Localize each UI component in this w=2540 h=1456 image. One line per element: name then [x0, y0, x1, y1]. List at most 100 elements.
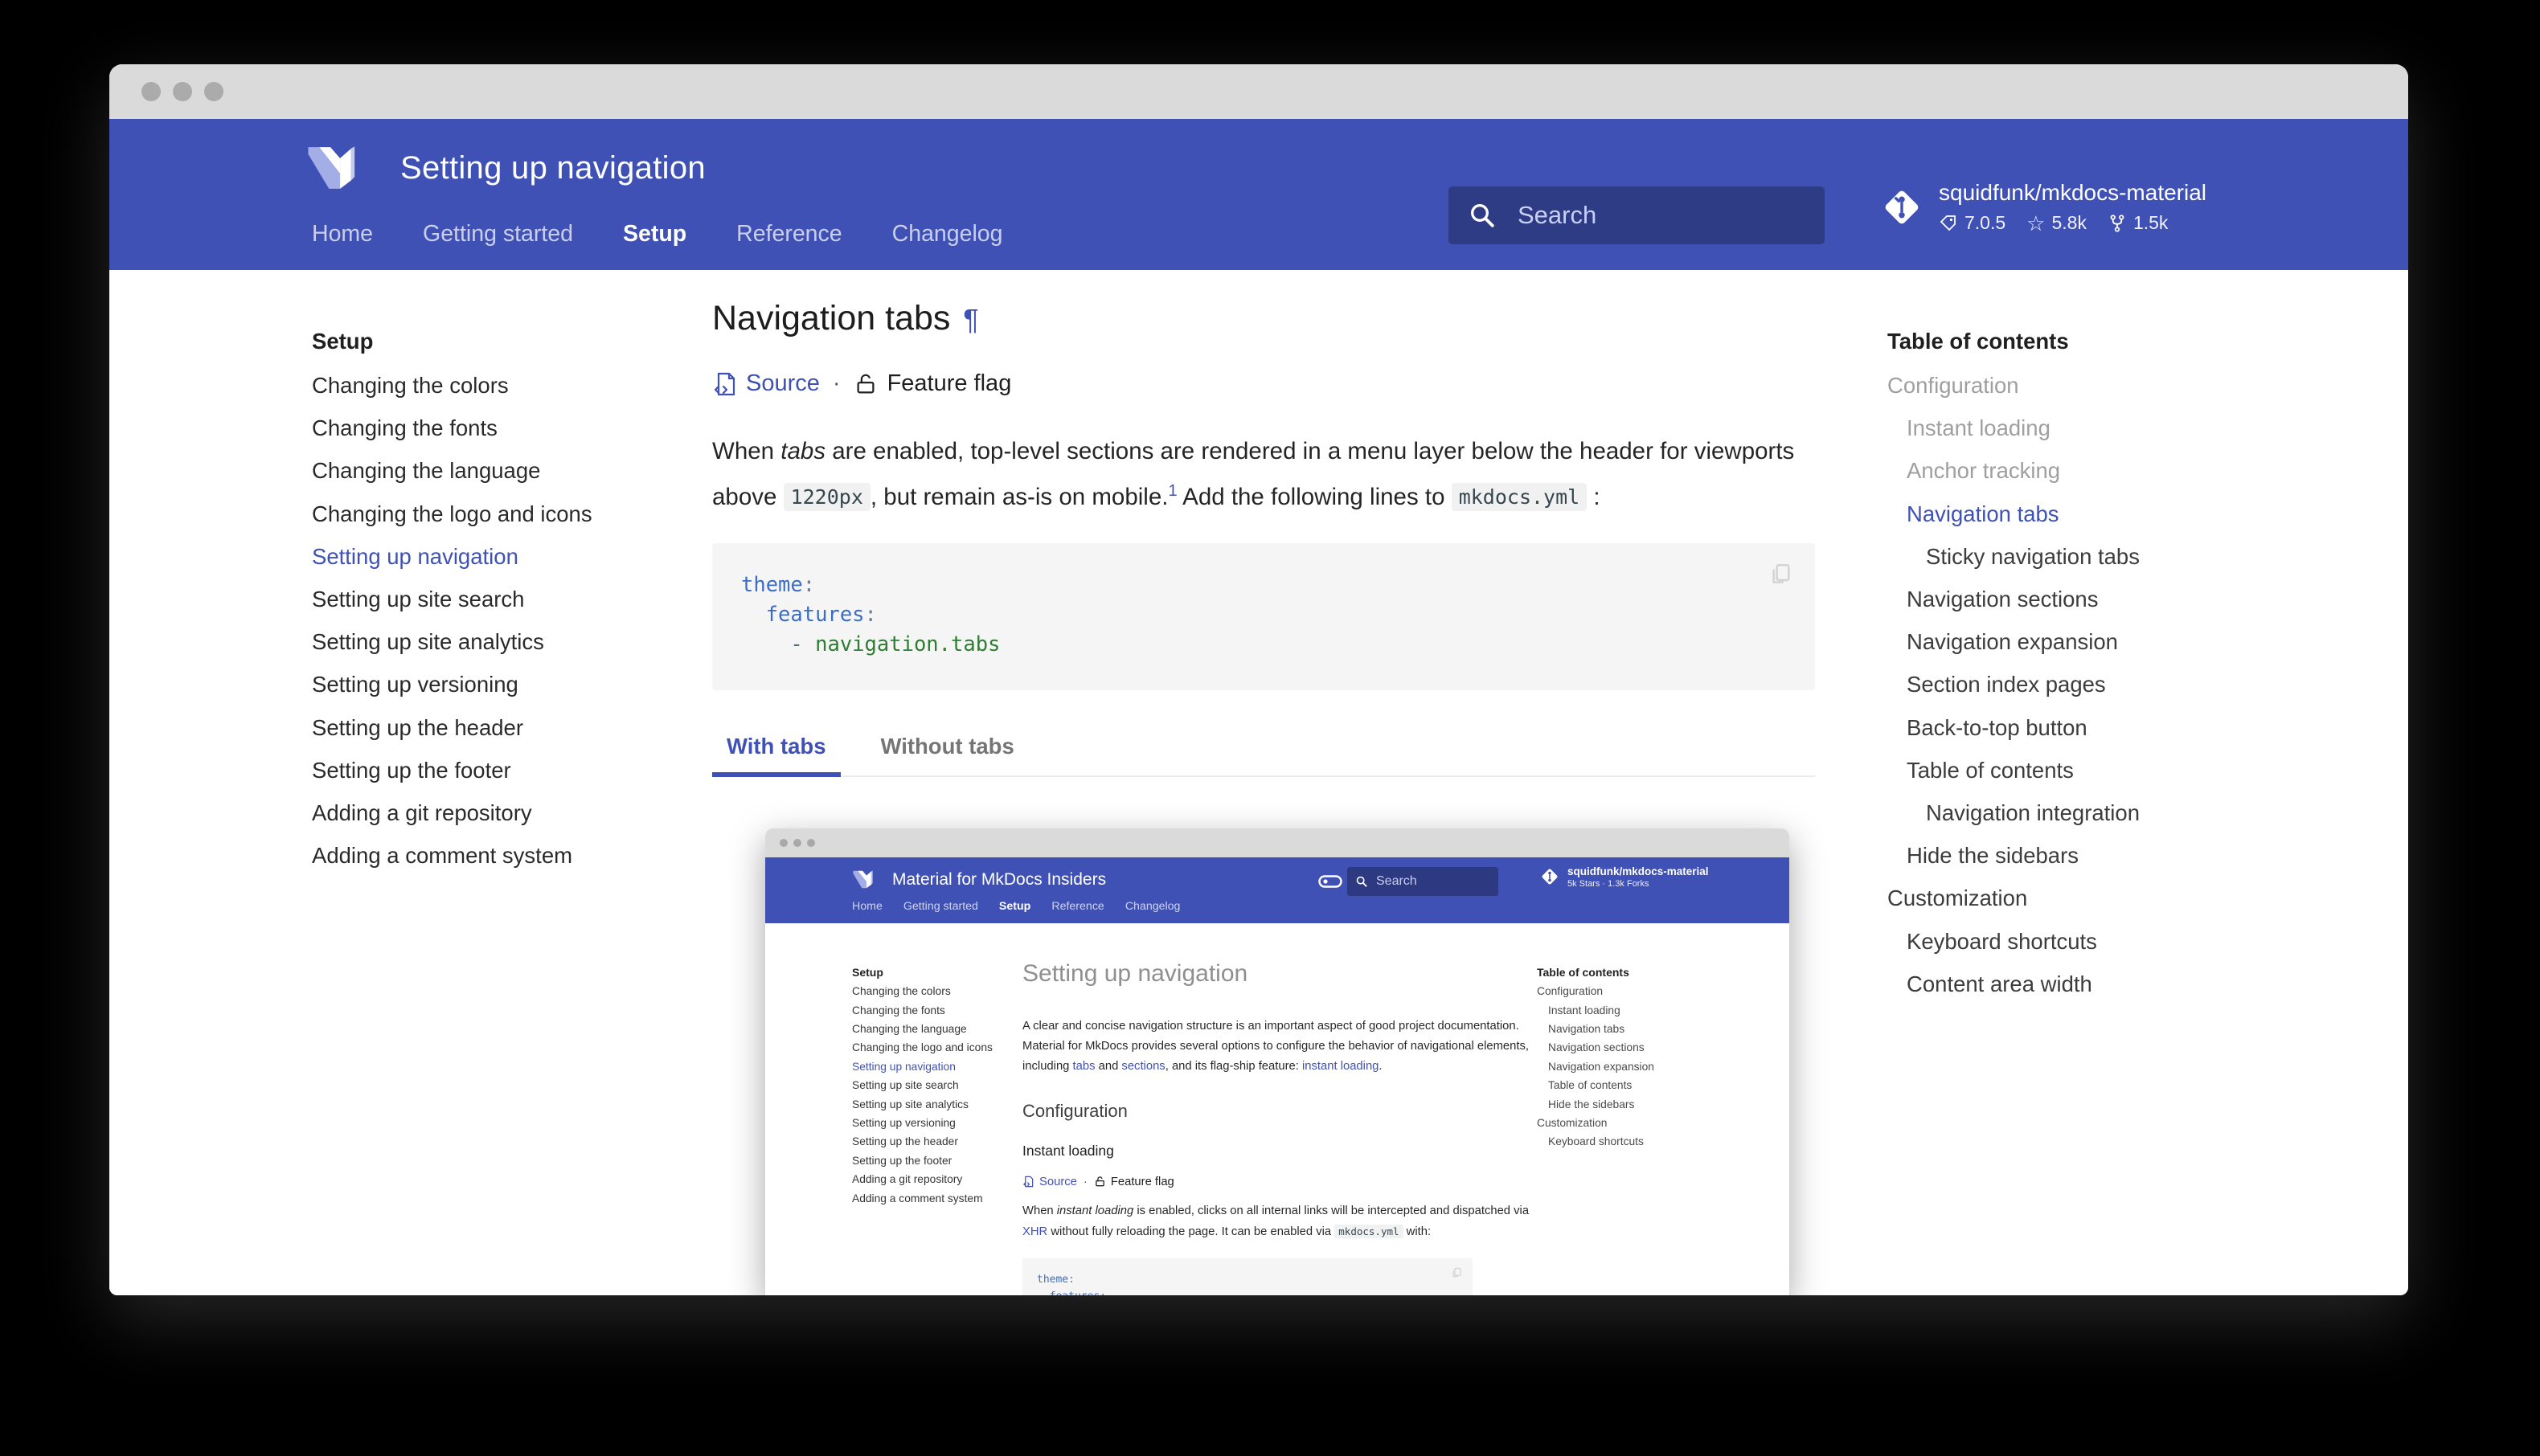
toc-item[interactable]: Navigation sections	[1887, 578, 2265, 620]
mini-toc: Table of contents ConfigurationInstant l…	[1537, 963, 1722, 1151]
page-content: Setup Changing the colorsChanging the fo…	[109, 270, 2408, 1295]
content-tabs: With tabs Without tabs	[712, 734, 1815, 777]
sidebar-item[interactable]: Setting up the header	[312, 706, 658, 749]
mini-traffic-light	[807, 839, 815, 847]
mini-page-content: Setup Changing the colorsChanging the fo…	[765, 923, 1789, 1295]
nav-tab[interactable]: Home	[312, 221, 373, 247]
sidebar-section-title: Setup	[312, 320, 658, 362]
toc-item[interactable]: Anchor tracking	[1887, 449, 2265, 492]
sidebar-item[interactable]: Adding a git repository	[312, 791, 658, 834]
mini-search-placeholder: Search	[1376, 874, 1417, 889]
toc-item[interactable]: Sticky navigation tabs	[1887, 535, 2265, 578]
traffic-light-button[interactable]	[173, 82, 192, 101]
toc-item[interactable]: Hide the sidebars	[1887, 834, 2265, 877]
fork-icon	[2108, 214, 2127, 233]
mini-repo-meta: 5k Stars · 1.3k Forks	[1567, 879, 1709, 889]
mini-section-heading: Configuration	[1022, 1101, 1553, 1122]
table-of-contents: Table of contents ConfigurationInstant l…	[1887, 320, 2265, 1005]
sidebar-item[interactable]: Changing the language	[312, 449, 658, 492]
mini-lock-open-icon	[1094, 1176, 1106, 1188]
repo-link[interactable]: squidfunk/mkdocs-material 7.0.5 ☆ 5.8k	[1878, 180, 2206, 234]
toc-item[interactable]: Customization	[1887, 877, 2265, 919]
search-input[interactable]: Search	[1448, 186, 1825, 244]
mini-sidebar-item: Changing the language	[852, 1020, 1021, 1038]
intro-paragraph: When tabs are enabled, top-level section…	[712, 432, 1815, 517]
mini-copy-icon	[1451, 1266, 1463, 1282]
mini-sidebar-item: Adding a git repository	[852, 1170, 1021, 1188]
traffic-light-button[interactable]	[204, 82, 223, 101]
source-link[interactable]: Source	[746, 370, 820, 397]
sidebar-item[interactable]: Changing the fonts	[312, 407, 658, 449]
mini-toc-item: Navigation tabs	[1537, 1020, 1722, 1038]
mini-toc-item: Navigation expansion	[1537, 1057, 1722, 1076]
emphasis-text: tabs	[780, 438, 826, 464]
mini-sidebar-item: Changing the fonts	[852, 1001, 1021, 1020]
sidebar-item[interactable]: Setting up site analytics	[312, 620, 658, 663]
mini-nav-tabs: HomeGetting startedSetupReferenceChangel…	[765, 894, 1789, 918]
repo-name: squidfunk/mkdocs-material	[1939, 180, 2206, 206]
nav-tab[interactable]: Reference	[736, 221, 842, 247]
sidebar-item[interactable]: Setting up the footer	[312, 749, 658, 791]
toc-item[interactable]: Navigation expansion	[1887, 620, 2265, 663]
mini-article: Setting up navigation A clear and concis…	[1022, 923, 1553, 1295]
mini-code-content: theme: features: - navigation.instant	[1037, 1271, 1458, 1295]
toc-item[interactable]: Content area width	[1887, 963, 2265, 1005]
mini-sidebar-title: Setup	[852, 963, 1021, 982]
sidebar-item[interactable]: Changing the colors	[312, 364, 658, 407]
mini-source-file-icon	[1022, 1176, 1034, 1188]
toc-item[interactable]: Instant loading	[1887, 407, 2265, 449]
mkdocs-material-logo-icon[interactable]	[305, 145, 355, 190]
search-placeholder: Search	[1518, 201, 1596, 230]
mini-toc-title: Table of contents	[1537, 963, 1722, 982]
page-title: Setting up navigation	[400, 150, 706, 186]
sidebar-item[interactable]: Adding a comment system	[312, 834, 658, 877]
toc-item[interactable]: Navigation integration	[1887, 791, 2265, 834]
toc-item[interactable]: Back-to-top button	[1887, 706, 2265, 749]
mini-sidebar-item: Setting up site analytics	[852, 1095, 1021, 1114]
toc-item[interactable]: Table of contents	[1887, 749, 2265, 791]
mini-inline-code: mkdocs.yml	[1334, 1225, 1403, 1238]
content-tab[interactable]: Without tabs	[866, 734, 1029, 775]
mini-paragraph: When instant loading is enabled, clicks …	[1022, 1201, 1537, 1242]
copy-button[interactable]	[1768, 561, 1794, 591]
mini-link: XHR	[1022, 1225, 1047, 1238]
mini-nav-tab: Home	[852, 900, 883, 913]
toc-item[interactable]: Navigation tabs	[1887, 493, 2265, 535]
nav-tab[interactable]: Getting started	[423, 221, 573, 247]
toc-item[interactable]: Keyboard shortcuts	[1887, 920, 2265, 963]
article-heading: Navigation tabs¶	[712, 299, 1815, 338]
mini-git-icon	[1538, 865, 1561, 888]
mini-nav-tab: Reference	[1051, 900, 1104, 913]
sidebar-item[interactable]: Setting up site search	[312, 578, 658, 620]
mini-code-block: theme: features: - navigation.instant	[1022, 1258, 1473, 1295]
toc-item[interactable]: Configuration	[1887, 364, 2265, 407]
mini-sidebar-item: Changing the colors	[852, 982, 1021, 1000]
headerlink-pilcrow[interactable]: ¶	[963, 303, 978, 336]
footnote-link[interactable]: 1	[1168, 482, 1177, 500]
mini-link: tabs	[1073, 1060, 1096, 1073]
mini-subsection-heading: Instant loading	[1022, 1143, 1553, 1159]
nav-tab[interactable]: Setup	[623, 221, 686, 247]
feature-flag-label: Feature flag	[887, 370, 1012, 397]
sidebar-item[interactable]: Setting up navigation	[312, 535, 658, 578]
toc-item[interactable]: Section index pages	[1887, 663, 2265, 706]
sidebar-item[interactable]: Setting up versioning	[312, 663, 658, 706]
repo-version: 7.0.5	[1964, 212, 2005, 234]
copy-icon	[1768, 561, 1794, 587]
mini-window-titlebar	[765, 828, 1789, 857]
sidebar-item[interactable]: Changing the logo and icons	[312, 493, 658, 535]
content-tab[interactable]: With tabs	[712, 734, 841, 775]
separator-dot: ·	[833, 370, 841, 397]
traffic-light-button[interactable]	[141, 82, 161, 101]
mini-repo-link: squidfunk/mkdocs-material 5k Stars · 1.3…	[1538, 865, 1709, 889]
mini-sidebar-item: Setting up versioning	[852, 1114, 1021, 1132]
mini-sidebar-item: Setting up navigation	[852, 1057, 1021, 1076]
mini-sidebar-item: Changing the logo and icons	[852, 1038, 1021, 1057]
mini-toggle-switch-icon	[1318, 875, 1342, 888]
mini-sidebar-item: Adding a comment system	[852, 1189, 1021, 1208]
primary-sidebar: Setup Changing the colorsChanging the fo…	[312, 320, 658, 877]
mini-toc-item: Navigation sections	[1537, 1038, 1722, 1057]
mini-sidebar-item: Setting up site search	[852, 1076, 1021, 1094]
nav-tab[interactable]: Changelog	[892, 221, 1003, 247]
mini-toc-item: Table of contents	[1537, 1076, 1722, 1094]
